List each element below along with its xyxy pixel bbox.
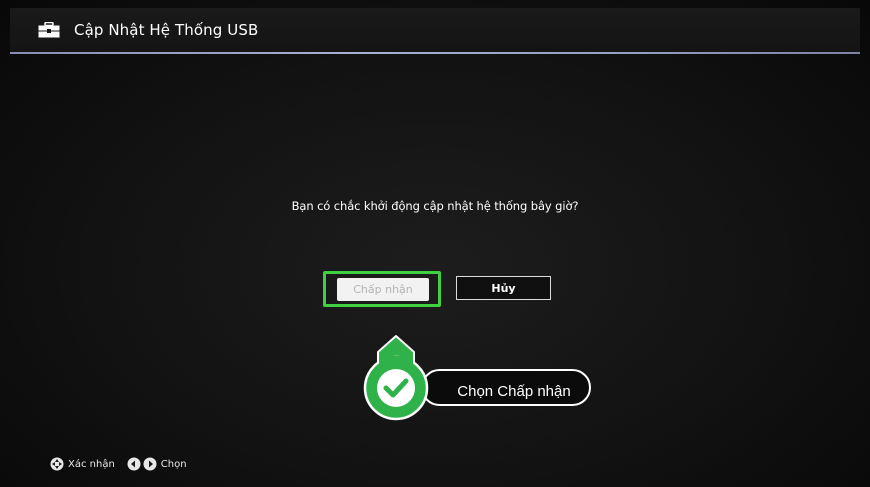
- page-title: Cập Nhật Hệ Thống USB: [74, 21, 259, 39]
- right-arrow-button-icon: [143, 457, 157, 471]
- callout-annotation: [363, 335, 591, 421]
- header-divider: [10, 52, 860, 54]
- toolbox-icon: [38, 21, 60, 38]
- controller-hints: Xác nhận Chọn: [50, 457, 187, 471]
- dpad-icon: [50, 457, 64, 471]
- select-hint-label: Chọn: [160, 458, 187, 470]
- callout-label: Chọn Chấp nhận: [457, 382, 571, 400]
- left-arrow-button-icon: [127, 457, 141, 471]
- accept-button[interactable]: Chấp nhận: [337, 278, 429, 301]
- cancel-button[interactable]: Hủy: [456, 276, 551, 300]
- confirm-hint-label: Xác nhận: [68, 458, 115, 470]
- title-bar: Cập Nhật Hệ Thống USB: [10, 8, 860, 52]
- confirmation-message: Bạn có chắc khởi động cập nhật hệ thống …: [291, 199, 579, 213]
